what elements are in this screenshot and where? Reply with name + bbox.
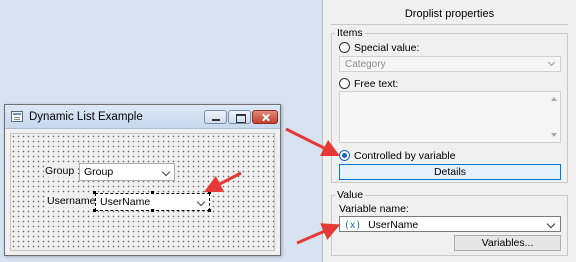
resize-handle[interactable]	[208, 191, 211, 194]
variable-name-combobox[interactable]: (x) UserName	[339, 216, 561, 232]
design-canvas[interactable]: Group : Group Username: UserName	[10, 133, 275, 251]
resize-handle[interactable]	[208, 209, 211, 212]
droplist-properties-panel: Droplist properties Items Special value:…	[322, 0, 576, 262]
scroll-up-icon[interactable]	[551, 97, 557, 101]
free-text-label: Free text:	[354, 78, 399, 90]
variable-name-label: Variable name:	[339, 203, 409, 215]
resize-handle[interactable]	[151, 191, 154, 194]
chevron-down-icon	[196, 197, 206, 207]
special-value-placeholder: Category	[345, 59, 386, 70]
group-combobox[interactable]: Group	[79, 163, 175, 181]
dialog-window: Dynamic List Example Group : Group Usern…	[4, 104, 281, 256]
minimize-button[interactable]	[204, 110, 227, 124]
scroll-down-icon[interactable]	[551, 133, 557, 137]
value-group-label: Value	[335, 189, 366, 201]
special-value-label: Special value:	[354, 42, 420, 54]
username-combobox-value: UserName	[100, 196, 151, 208]
variable-name-value: UserName	[368, 219, 419, 231]
panel-title: Droplist properties	[404, 8, 495, 20]
free-text-area[interactable]	[339, 91, 561, 143]
group-combobox-value: Group	[84, 166, 114, 178]
resize-handle[interactable]	[151, 209, 154, 212]
free-text-radio[interactable]	[339, 78, 350, 89]
controlled-by-variable-label: Controlled by variable	[354, 150, 456, 162]
controlled-by-variable-radio[interactable]	[339, 150, 350, 161]
special-value-radio[interactable]	[339, 42, 350, 53]
maximize-button[interactable]	[228, 110, 251, 124]
dialog-app-icon	[11, 111, 23, 122]
special-value-combobox[interactable]: Category	[339, 56, 561, 72]
variables-button[interactable]: Variables...	[454, 235, 561, 251]
resize-handle[interactable]	[93, 191, 96, 194]
resize-handle[interactable]	[93, 209, 96, 212]
chevron-down-icon	[546, 219, 556, 229]
title-divider	[331, 24, 568, 25]
dialog-title: Dynamic List Example	[29, 111, 143, 123]
dialog-titlebar[interactable]: Dynamic List Example	[5, 105, 280, 129]
chevron-down-icon	[547, 58, 556, 67]
group-label: Group :	[44, 165, 82, 177]
close-button[interactable]	[252, 110, 278, 124]
username-label: Username:	[46, 195, 100, 207]
variable-icon: (x)	[344, 220, 362, 231]
chevron-down-icon	[161, 167, 171, 177]
details-button[interactable]: Details	[339, 164, 561, 180]
items-group-label: Items	[335, 27, 365, 39]
